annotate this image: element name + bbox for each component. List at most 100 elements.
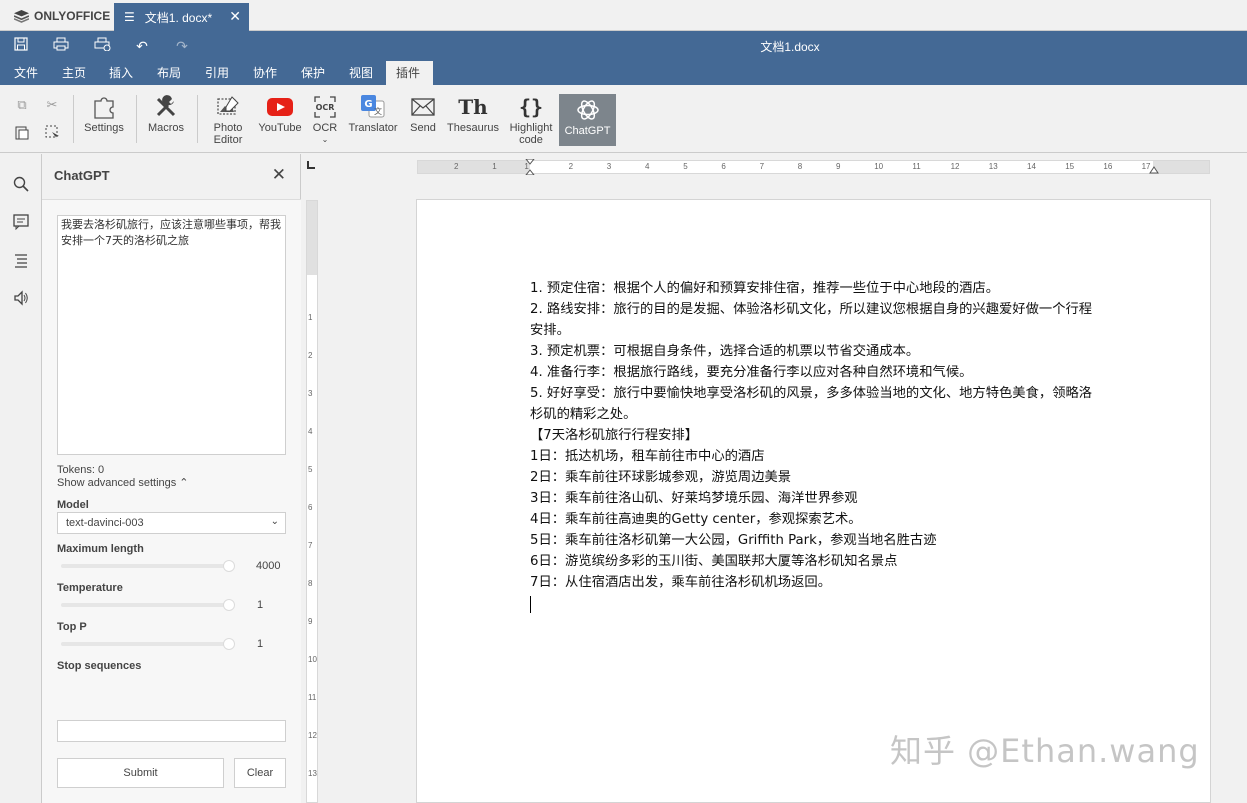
top-p-value: 1 [257,638,264,650]
photo-editor-button[interactable]: Photo Editor [204,94,252,146]
search-icon[interactable] [12,176,30,194]
ruler-tick-label: 12 [308,731,317,740]
svg-text:G: G [364,99,372,110]
photo-editor-label: Photo Editor [213,122,243,146]
model-select[interactable]: text-davinci-003 ⌄ [57,512,286,534]
ocr-icon: OCR [308,94,342,120]
chatgpt-icon [563,97,612,123]
ruler-tick-label: 6 [721,162,726,171]
youtube-label: YouTube [258,122,302,134]
doc-line: 4日：乘车前往高迪奥的Getty center，参观探索艺术。 [530,512,862,527]
document-page[interactable]: 1. 预定住宿：根据个人的偏好和预算安排住宿，推荐一些位于中心地段的酒店。 2.… [416,199,1211,803]
stop-sequences-label: Stop sequences [57,660,142,672]
ruler-tick-label: 2 [568,162,574,171]
brand: ONLYOFFICE [13,9,110,23]
watermark: 知乎 @Ethan.wang [890,732,1200,770]
photo-editor-icon [204,94,252,120]
menu-insert[interactable]: 插入 [99,61,143,85]
ruler-tick-label: 1 [308,313,313,322]
translator-icon: G文 [346,94,400,120]
ruler-tick-label: 3 [308,389,313,398]
menu-view[interactable]: 视图 [339,61,383,85]
menu-protection[interactable]: 保护 [291,61,335,85]
tab-menu-icon[interactable]: ☰ [124,10,135,24]
ruler-tick-label: 8 [308,579,313,588]
ruler-tick-label: 11 [912,162,921,171]
doc-line: 安排。 [530,323,570,338]
ruler-tick-label: 9 [836,162,841,171]
tools-icon [143,94,189,120]
ruler-tick-label: 11 [308,693,317,702]
menu-references[interactable]: 引用 [195,61,239,85]
menu-home[interactable]: 主页 [52,61,96,85]
ruler-tick-label: 13 [988,162,998,171]
highlight-code-button[interactable]: {} Highlight code [506,94,556,146]
thesaurus-button[interactable]: Th Thesaurus [445,94,501,134]
translator-button[interactable]: G文 Translator [346,94,400,134]
ocr-button[interactable]: OCR OCR ⌄ [308,94,342,146]
doc-line: 1. 预定住宿：根据个人的偏好和预算安排住宿，推荐一些位于中心地段的酒店。 [530,281,1000,296]
right-indent-marker-icon[interactable] [1149,164,1159,174]
chatgpt-button[interactable]: ChatGPT [559,94,616,146]
indent-marker-icon[interactable] [525,159,535,175]
ruler-tick-label: 12 [950,162,960,171]
top-p-slider[interactable] [61,638,235,650]
slider-handle[interactable] [223,599,235,611]
copy-icon[interactable]: ⧉ [14,97,30,113]
tokens-count: Tokens: 0 [57,464,105,476]
vertical-ruler[interactable]: 1234567891011121314 [306,200,318,803]
comments-icon[interactable] [12,214,30,232]
translator-label: Translator [348,122,398,134]
close-panel-icon[interactable]: ✕ [272,165,286,185]
navigation-icon[interactable] [12,252,30,270]
prompt-input[interactable] [57,215,286,455]
menu-layout[interactable]: 布局 [147,61,191,85]
window-title: 文档1.docx [760,40,820,54]
max-length-value: 4000 [256,560,281,572]
chevron-down-icon: ⌄ [270,516,279,527]
menu-plugins[interactable]: 插件 [386,61,433,85]
stop-sequences-input[interactable] [57,720,286,742]
ruler-tick-label: 10 [874,162,884,171]
clear-button[interactable]: Clear [234,758,286,788]
paste-icon[interactable] [14,125,30,141]
show-advanced-settings-link[interactable]: Show advanced settings ⌃ [57,476,189,489]
panel-body: Tokens: 0 Show advanced settings ⌃ Model… [42,199,301,803]
cut-icon[interactable]: ✂ [44,97,60,113]
submit-button[interactable]: Submit [57,758,224,788]
doc-line: 1日：抵达机场，租车前往市中心的酒店 [530,449,765,464]
temperature-label: Temperature [57,582,123,594]
slider-handle[interactable] [223,638,235,650]
send-label: Send [410,122,436,134]
menu-collaboration[interactable]: 协作 [243,61,287,85]
send-button[interactable]: Send [404,94,442,134]
svg-text:文: 文 [374,106,382,116]
doc-line: 2日：乘车前往环球影城参观，游览周边美景 [530,470,792,485]
ruler-tick-label: 16 [1103,162,1113,171]
ruler-tick-label: 9 [308,617,313,626]
horizontal-ruler[interactable]: 2 1 1 2 3 4 5 6 7 8 9 10 11 12 13 14 15 16 17 [417,159,1210,175]
ruler-tick-label: 5 [308,465,313,474]
speaker-icon[interactable] [12,290,30,308]
thesaurus-label: Thesaurus [447,122,499,134]
temperature-value: 1 [257,599,264,611]
slider-handle[interactable] [223,560,235,572]
svg-text:OCR: OCR [316,103,335,112]
tab-stop-selector-icon[interactable] [306,160,318,172]
temperature-slider[interactable] [61,599,235,611]
close-tab-icon[interactable]: ✕ [229,8,241,25]
select-all-icon[interactable] [44,125,60,141]
document-tab[interactable]: ☰ 文档1. docx* ✕ [114,3,249,31]
doc-line: 5. 好好享受：旅行中要愉快地享受洛杉矶的风景，多多体验当地的文化、地方特色美食… [530,386,1093,401]
max-length-slider[interactable] [61,560,235,572]
doc-line: 3. 预定机票：可根据自身条件，选择合适的机票以节省交通成本。 [530,344,920,359]
envelope-icon [404,94,442,120]
menu-file[interactable]: 文件 [4,61,48,85]
title-tab-strip: ONLYOFFICE ☰ 文档1. docx* ✕ [0,0,1247,31]
document-body[interactable]: 1. 预定住宿：根据个人的偏好和预算安排住宿，推荐一些位于中心地段的酒店。 2.… [530,278,1160,613]
ruler-tick-label: 4 [645,162,650,171]
doc-line: 4. 准备行李：根据旅行路线，要充分准备行李以应对各种自然环境和气候。 [530,365,973,380]
macros-button[interactable]: Macros [143,94,189,134]
settings-button[interactable]: Settings [80,94,128,134]
youtube-button[interactable]: YouTube [256,94,304,134]
